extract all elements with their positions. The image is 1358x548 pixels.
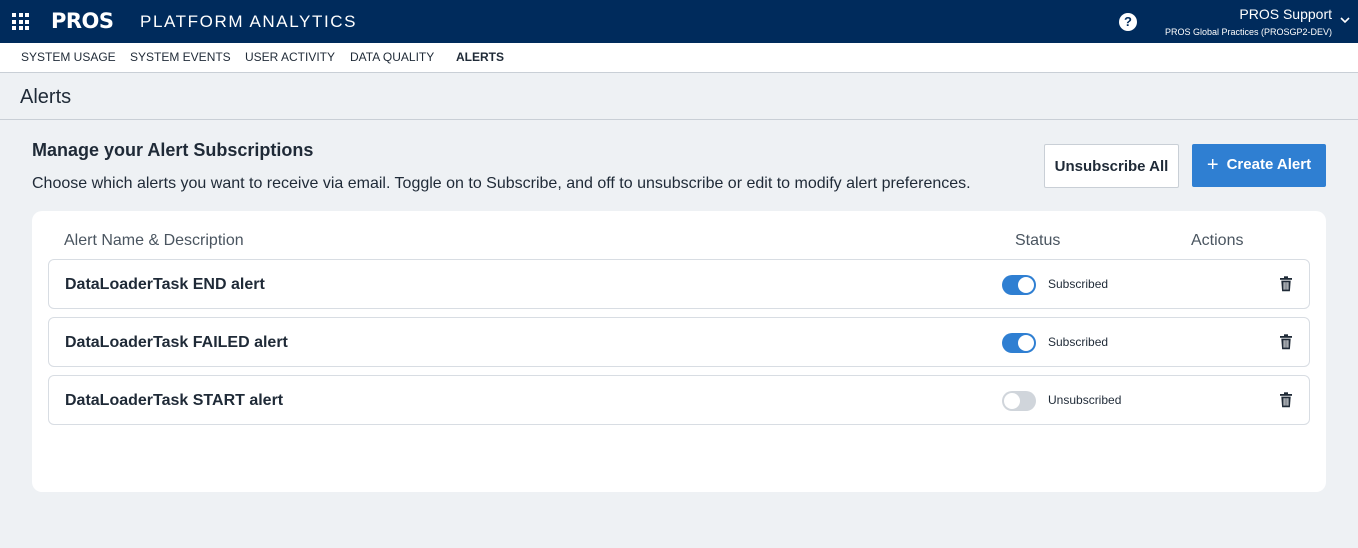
tab-system-events[interactable]: SYSTEM EVENTS xyxy=(130,43,231,72)
tab-system-usage[interactable]: SYSTEM USAGE xyxy=(21,43,116,72)
tab-user-activity[interactable]: USER ACTIVITY xyxy=(245,43,335,72)
create-alert-button[interactable]: + Create Alert xyxy=(1192,144,1326,187)
trash-icon[interactable] xyxy=(1279,334,1293,350)
alert-name: DataLoaderTask START alert xyxy=(65,392,284,409)
subscription-toggle[interactable] xyxy=(1002,391,1036,411)
column-header-status: Status xyxy=(1015,232,1061,249)
section-description: Choose which alerts you want to receive … xyxy=(32,175,971,192)
unsubscribe-all-button[interactable]: Unsubscribe All xyxy=(1044,144,1179,188)
table-row: DataLoaderTask END alert Subscribed xyxy=(48,259,1310,309)
user-name[interactable]: PROS Support xyxy=(1239,6,1332,22)
page-title: Alerts xyxy=(20,86,72,108)
app-launcher-grid-icon[interactable] xyxy=(12,13,29,30)
column-header-name: Alert Name & Description xyxy=(64,232,244,249)
help-icon[interactable]: ? xyxy=(1119,13,1137,31)
status-label: Unsubscribed xyxy=(1048,393,1122,407)
pros-logo: PROS xyxy=(51,9,114,33)
toggle-knob xyxy=(1004,393,1020,409)
alert-name: DataLoaderTask FAILED alert xyxy=(65,334,288,351)
subscription-toggle[interactable] xyxy=(1002,333,1036,353)
subscription-toggle[interactable] xyxy=(1002,275,1036,295)
page-title-bar: Alerts xyxy=(0,73,1358,120)
column-header-actions: Actions xyxy=(1191,232,1244,249)
alert-name: DataLoaderTask END alert xyxy=(65,276,265,293)
table-row: DataLoaderTask FAILED alert Subscribed xyxy=(48,317,1310,367)
toggle-knob xyxy=(1018,335,1034,351)
top-bar: PROS PLATFORM ANALYTICS ? PROS Support P… xyxy=(0,0,1358,43)
chevron-down-icon[interactable] xyxy=(1339,14,1351,26)
trash-icon[interactable] xyxy=(1279,392,1293,408)
alerts-table-card: Alert Name & Description Status Actions … xyxy=(32,211,1326,492)
nav-tabs: SYSTEM USAGE SYSTEM EVENTS USER ACTIVITY… xyxy=(0,43,1358,73)
app-title: PLATFORM ANALYTICS xyxy=(140,12,358,31)
trash-icon[interactable] xyxy=(1279,276,1293,292)
status-label: Subscribed xyxy=(1048,277,1109,291)
tab-alerts[interactable]: ALERTS xyxy=(456,43,504,72)
table-row: DataLoaderTask START alert Unsubscribed xyxy=(48,375,1310,425)
toggle-knob xyxy=(1018,277,1034,293)
status-label: Subscribed xyxy=(1048,335,1109,349)
tab-data-quality[interactable]: DATA QUALITY xyxy=(350,43,434,72)
section-title: Manage your Alert Subscriptions xyxy=(32,140,314,160)
create-alert-label: Create Alert xyxy=(1226,156,1312,173)
plus-icon: + xyxy=(1206,154,1219,176)
user-org: PROS Global Practices (PROSGP2-DEV) xyxy=(1164,27,1332,37)
